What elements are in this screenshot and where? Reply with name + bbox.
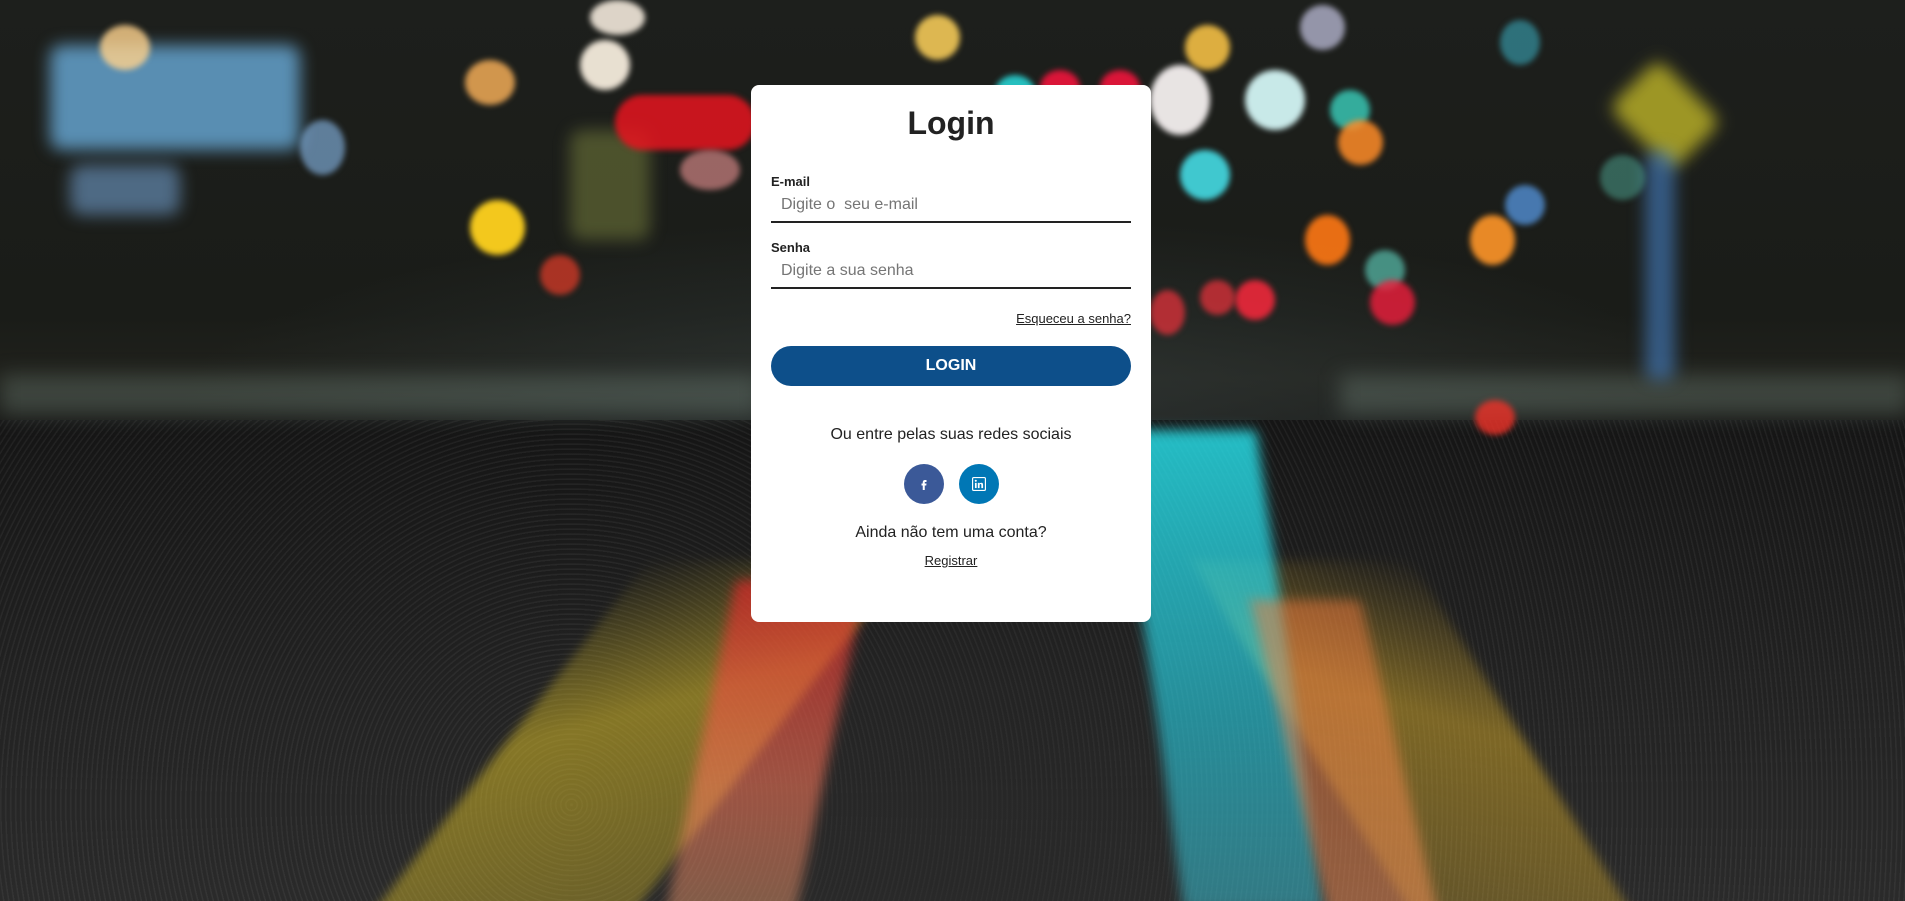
- background-light: [615, 95, 755, 150]
- email-field-group: E-mail: [771, 174, 1131, 223]
- background-light: [1500, 20, 1540, 65]
- email-label: E-mail: [771, 174, 811, 189]
- background-light: [1370, 280, 1415, 325]
- background-light: [590, 0, 645, 35]
- background-light: [1470, 215, 1515, 265]
- background-light: [680, 150, 740, 190]
- social-login-prompt: Ou entre pelas suas redes sociais: [830, 426, 1072, 443]
- background-light: [1505, 185, 1545, 225]
- background-light: [465, 60, 515, 105]
- background-light: [580, 40, 630, 90]
- background-sign-pole: [1645, 150, 1675, 380]
- login-title: Login: [907, 105, 995, 141]
- linkedin-icon: [971, 477, 986, 491]
- forgot-password-row: Esqueceu a senha?: [771, 310, 1131, 326]
- password-label: Senha: [771, 240, 811, 255]
- background-billboard-lower: [70, 165, 180, 215]
- register-row: Registrar: [771, 552, 1131, 570]
- linkedin-login-button[interactable]: [958, 464, 999, 504]
- background-light: [1300, 5, 1345, 50]
- background-light: [1305, 215, 1350, 265]
- background-light: [540, 255, 580, 295]
- background-light: [470, 200, 525, 255]
- facebook-icon: [921, 480, 926, 490]
- background-light: [300, 120, 345, 175]
- background-light: [1600, 155, 1645, 200]
- no-account-text: Ainda não tem uma conta?: [855, 524, 1047, 541]
- background-sidewalk-left: [0, 375, 760, 415]
- facebook-login-button[interactable]: [903, 464, 944, 504]
- background-light: [1200, 280, 1235, 315]
- background-light: [915, 15, 960, 60]
- login-card: Login E-mail Senha Esqueceu a senha? LOG…: [751, 85, 1151, 622]
- background-light: [1150, 290, 1185, 335]
- password-input[interactable]: [771, 255, 1131, 289]
- social-buttons: [771, 464, 1131, 504]
- background-light: [1475, 400, 1515, 435]
- background-light: [1245, 70, 1305, 130]
- register-link[interactable]: Registrar: [925, 553, 978, 568]
- password-field-group: Senha: [771, 240, 1131, 289]
- background-billboard: [50, 45, 300, 150]
- background-light: [100, 25, 150, 70]
- background-light: [1338, 120, 1383, 165]
- email-input[interactable]: [771, 189, 1131, 223]
- background-sidewalk-right: [1340, 375, 1905, 415]
- background-light: [1235, 280, 1275, 320]
- background-light: [1185, 25, 1230, 70]
- forgot-password-link[interactable]: Esqueceu a senha?: [1016, 311, 1131, 326]
- background-light: [1180, 150, 1230, 200]
- login-button[interactable]: LOGIN: [771, 346, 1131, 386]
- background-light: [1150, 65, 1210, 135]
